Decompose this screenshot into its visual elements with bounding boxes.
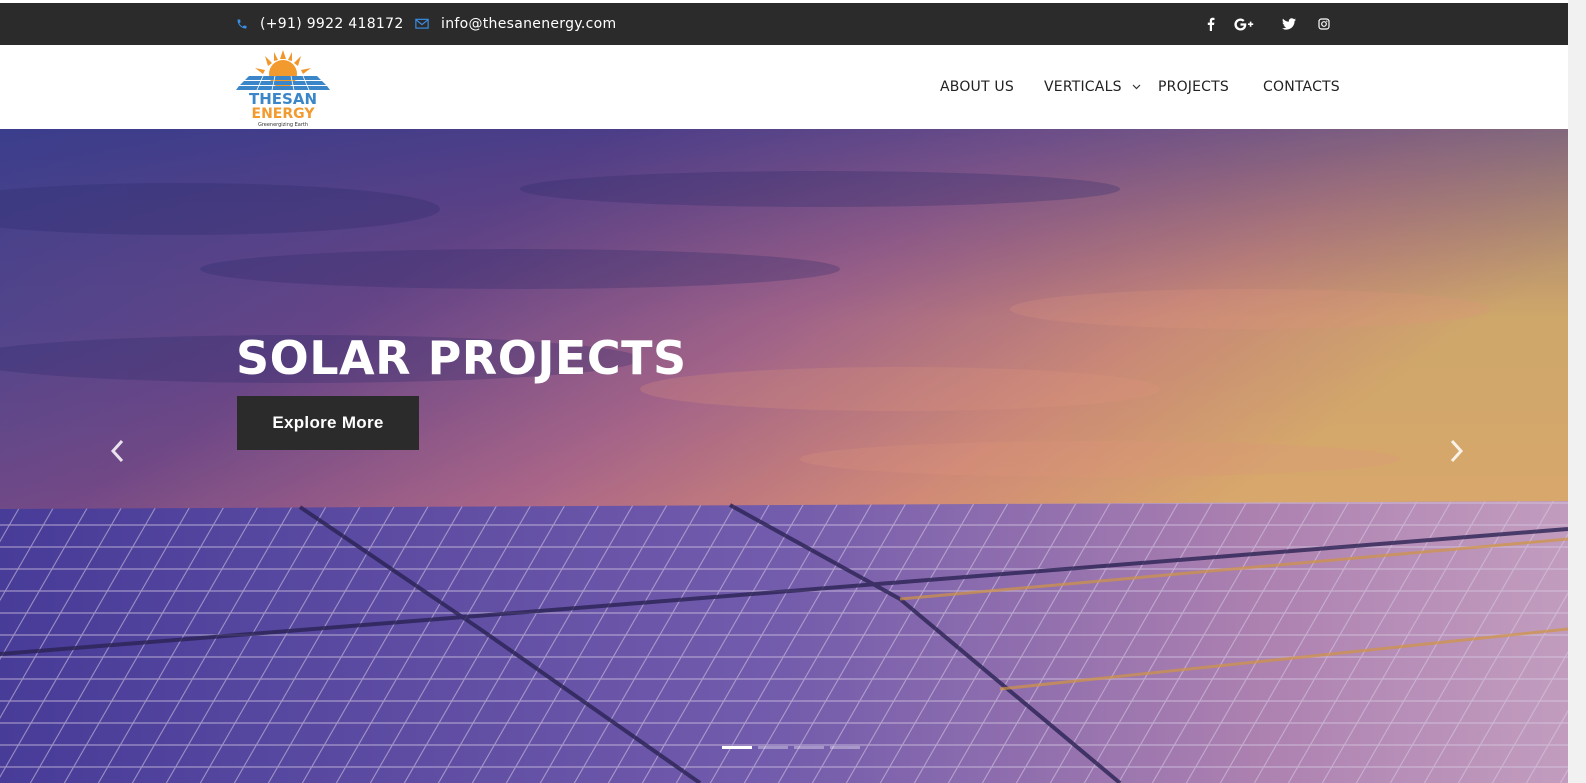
hero-background-image <box>0 129 1568 783</box>
nav-projects[interactable]: PROJECTS <box>1158 79 1229 95</box>
main-header: THESAN ENERGY Greenergizing Earth ABOUT … <box>0 45 1568 129</box>
twitter-icon[interactable] <box>1281 16 1297 32</box>
explore-more-button[interactable]: Explore More <box>237 396 419 450</box>
phone-icon <box>237 19 247 29</box>
next-slide-icon[interactable] <box>1444 436 1468 466</box>
nav-contacts[interactable]: CONTACTS <box>1263 79 1340 95</box>
hero-title: SOLAR PROJECTS <box>236 331 687 385</box>
slide-indicator[interactable] <box>830 746 860 749</box>
facebook-icon[interactable] <box>1206 16 1216 32</box>
page-scrollbar[interactable] <box>1568 0 1586 783</box>
top-bar: (+91) 9922 418172 info@thesanenergy.com <box>0 3 1568 45</box>
prev-slide-icon[interactable] <box>106 436 130 466</box>
nav-about-us[interactable]: ABOUT US <box>940 79 1014 95</box>
google-plus-icon[interactable] <box>1233 16 1255 32</box>
instagram-icon[interactable] <box>1317 16 1331 32</box>
logo-tagline: Greenergizing Earth <box>258 122 308 128</box>
slide-indicator[interactable] <box>794 746 824 749</box>
envelope-icon <box>415 18 429 29</box>
company-logo[interactable]: THESAN ENERGY Greenergizing Earth <box>235 50 331 128</box>
logo-text-energy: ENERGY <box>252 106 316 122</box>
slide-indicators <box>722 746 860 749</box>
email-address: info@thesanenergy.com <box>441 16 617 32</box>
slide-indicator[interactable] <box>758 746 788 749</box>
slide-indicator[interactable] <box>722 746 752 749</box>
chevron-down-icon[interactable] <box>1132 84 1141 90</box>
hero-slider: SOLAR PROJECTS Explore More <box>0 129 1568 783</box>
phone-contact[interactable]: (+91) 9922 418172 <box>236 3 404 45</box>
email-contact[interactable]: info@thesanenergy.com <box>415 3 616 45</box>
phone-number: (+91) 9922 418172 <box>260 16 404 32</box>
logo-graphic: THESAN ENERGY Greenergizing Earth <box>236 50 330 128</box>
nav-verticals[interactable]: VERTICALS <box>1044 79 1122 95</box>
